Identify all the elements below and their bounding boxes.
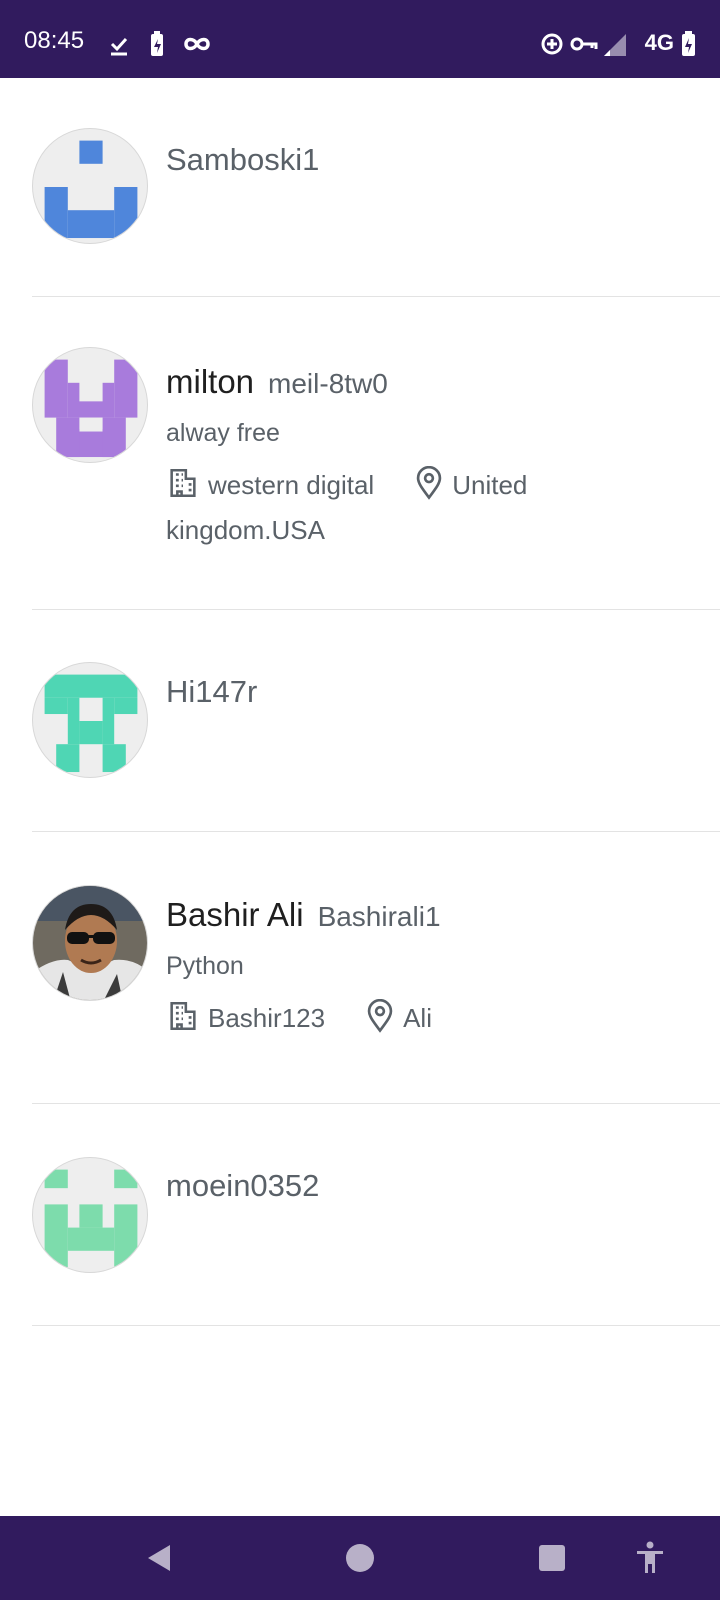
user-login: Samboski1	[166, 142, 320, 177]
user-name: Bashir Ali	[166, 896, 304, 933]
identicon-icon	[44, 1169, 138, 1268]
identicon-icon	[44, 674, 138, 773]
building-icon	[166, 466, 200, 511]
user-login: moein0352	[166, 1168, 320, 1203]
battery-saver-icon	[151, 31, 163, 56]
user-location: Ali	[403, 1003, 432, 1033]
identicon-icon	[44, 140, 138, 239]
user-bio: Python	[166, 952, 244, 980]
infinity-icon	[184, 37, 210, 51]
location-pin-icon	[365, 998, 395, 1044]
user-bio: alway free	[166, 419, 280, 447]
building-icon	[166, 999, 200, 1044]
status-bar: 08:45 4G	[0, 0, 720, 78]
navigation-bar	[0, 1516, 720, 1600]
user-company: western digital	[208, 470, 375, 500]
back-button[interactable]	[134, 1534, 182, 1582]
list-item[interactable]: Bashir Ali Bashirali1 Python Bashir123 Al…	[32, 832, 720, 1104]
identicon-icon	[44, 359, 138, 458]
location-pin-icon	[414, 465, 444, 511]
accessibility-button[interactable]	[626, 1534, 674, 1582]
data-saver-icon	[541, 33, 563, 55]
recents-button[interactable]	[528, 1534, 576, 1582]
avatar	[32, 128, 148, 244]
user-login: Hi147r	[166, 674, 258, 709]
avatar	[32, 662, 148, 778]
user-meta: Bashir123 Ali	[166, 998, 586, 1044]
back-icon	[148, 1545, 170, 1571]
vpn-key-icon	[570, 37, 598, 51]
signal-icon	[604, 34, 626, 56]
list-item[interactable]: Hi147r	[32, 610, 720, 832]
home-icon	[346, 1544, 374, 1572]
user-company: Bashir123	[208, 1003, 326, 1033]
avatar	[32, 1157, 148, 1273]
list-item[interactable]: Samboski1	[32, 78, 720, 297]
download-done-icon	[110, 37, 128, 56]
list-item[interactable]: milton meil-8tw0 alway free western digit…	[32, 297, 720, 610]
list-item[interactable]: moein0352	[32, 1104, 720, 1326]
user-list: Samboski1 milton meil-8tw0 alway free we…	[0, 78, 720, 1326]
user-photo-icon	[33, 886, 147, 1000]
recents-icon	[539, 1545, 565, 1571]
user-login: Bashirali1	[317, 901, 441, 932]
accessibility-icon	[637, 1541, 663, 1573]
avatar-photo	[32, 885, 148, 1001]
user-meta: western digital United kingdom.USA	[166, 465, 586, 550]
user-login: meil-8tw0	[268, 368, 388, 399]
home-button[interactable]	[336, 1534, 384, 1582]
status-time: 08:45	[24, 27, 85, 54]
user-name: milton	[166, 363, 255, 400]
avatar	[32, 347, 148, 463]
status-left-icons	[108, 30, 228, 56]
battery-charging-icon	[682, 31, 695, 56]
